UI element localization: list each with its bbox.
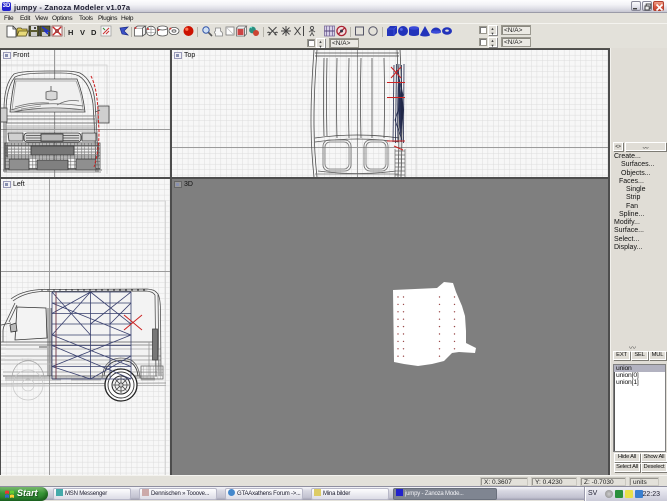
svg-text:H: H [68,28,73,37]
svg-text:V: V [80,28,85,37]
svg-text:D: D [91,28,97,37]
